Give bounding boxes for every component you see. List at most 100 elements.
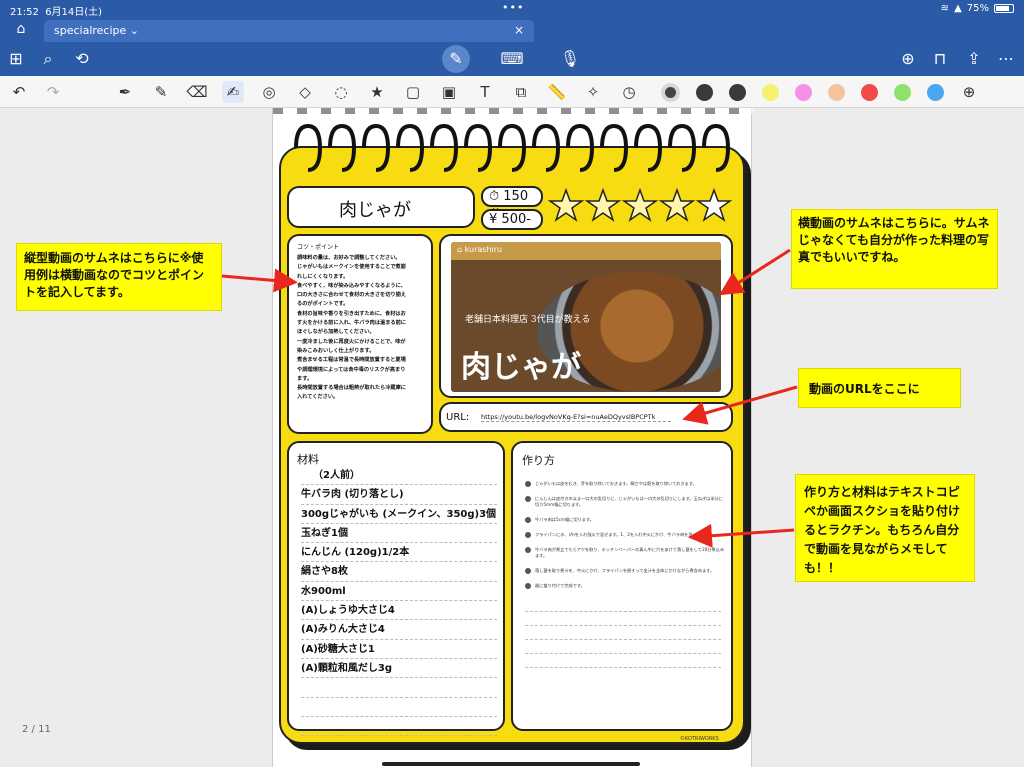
- timer-icon: ⏱: [489, 189, 500, 204]
- rating-stars[interactable]: [548, 188, 734, 226]
- tab-bar: ⌂ specialrecipe ⌄ ×: [0, 18, 1024, 42]
- star-icon: [695, 188, 733, 222]
- yen-symbol: ¥: [489, 212, 498, 227]
- color-swatch-1[interactable]: [665, 87, 676, 98]
- url-box[interactable]: URL: https://youtu.be/logvNoVKq-E?si=nuA…: [439, 402, 733, 432]
- app-toolbar: ⊞ ⌕ ⟲ ✎ ⌨ 🎙 ⊕ ⊓ ⇪ ⋯: [0, 42, 1024, 76]
- lasso-share-icon[interactable]: ⟲: [70, 47, 94, 71]
- battery-percent: 75%: [966, 3, 989, 14]
- video-thumbnail-image[interactable]: ⌂ kurashiru 老舗日本料理店 3代目が教える 肉じゃが: [451, 242, 721, 392]
- cooking-time-pill[interactable]: ⏱ 150分: [481, 186, 543, 223]
- sticky-note-icon[interactable]: ▢: [402, 81, 424, 103]
- video-subtitle: 老舗日本料理店 3代目が教える: [465, 315, 591, 325]
- color-swatch-7[interactable]: [861, 84, 878, 101]
- add-page-icon[interactable]: ⊕: [896, 47, 920, 71]
- eraser-icon[interactable]: ⌫: [186, 81, 208, 103]
- step-item: 落し蓋を取り煮汁を、中火にかけ、フライパンを揺すって出汁を全体にかけながら煮含め…: [525, 568, 725, 574]
- magnifier-icon[interactable]: ◎: [258, 81, 280, 103]
- step-item: 器に盛り付けて完成です。: [525, 583, 725, 589]
- color-swatch-4[interactable]: [762, 84, 779, 101]
- step-item: 牛バラ肉は5cm幅に切ります。: [525, 517, 725, 523]
- color-swatch-6[interactable]: [828, 84, 845, 101]
- recipe-title: 肉じゃが: [339, 200, 411, 221]
- status-bar: 21:52 6月14日(土) ••• ≋ ▲ 75%: [0, 0, 1024, 18]
- ingredient-item: 水900ml: [301, 582, 497, 602]
- image-icon[interactable]: ▣: [438, 81, 460, 103]
- keyboard-icon[interactable]: ⌨: [500, 47, 524, 71]
- annotation-horizontal-thumbnail: 横動画のサムネはこちらに。サムネじゃなくても自分が作った料理の写真でもいいですね…: [791, 209, 998, 289]
- lasso-icon[interactable]: ◌: [330, 81, 352, 103]
- fountain-pen-icon[interactable]: ✒: [114, 81, 136, 103]
- step-item: 牛バラ肉が煮立てたらアクを取り、キッチンペーパーの真ん中に穴をあけて落し蓋をして…: [525, 547, 725, 559]
- ingredient-item: 玉ねぎ1個: [301, 524, 497, 544]
- add-color-icon[interactable]: ⊕: [958, 81, 980, 103]
- bookmark-icon[interactable]: ⊓: [928, 47, 952, 71]
- ingredient-item: (A)顆粒和風だし3g: [301, 659, 497, 679]
- page-indicator: 2 / 11: [22, 724, 51, 735]
- color-swatch-8[interactable]: [894, 84, 911, 101]
- steps-list: じゃがいもは皮をむき、芽を取り除いておきます。絹さやは筋を取り除いておきます。 …: [525, 481, 725, 668]
- star-icon: [584, 188, 622, 222]
- color-swatch-3[interactable]: [729, 84, 746, 101]
- drawing-toolbar: ↶ ↷ ✒ ✎ ⌫ ✍ ◎ ◇ ◌ ★ ▢ ▣ T ⧉ 📏 ✧ ◷ ⊕: [0, 76, 1024, 108]
- video-brand: ⌂ kurashiru: [451, 242, 721, 260]
- microphone-icon[interactable]: 🎙: [558, 47, 582, 71]
- ingredient-item: (A)しょうゆ大さじ4: [301, 601, 497, 621]
- empty-line: [301, 678, 497, 698]
- empty-line: [525, 654, 721, 668]
- annotation-vertical-thumbnail: 縦型動画のサムネはこちらに※使用例は横動画なのでコツとポイントを記入してます。: [16, 243, 222, 311]
- camera-scan-icon[interactable]: ⧉: [510, 81, 532, 103]
- steps-box[interactable]: 作り方 じゃがいもは皮をむき、芽を取り除いておきます。絹さやは筋を取り除いておき…: [511, 441, 733, 731]
- ingredient-item: 300gじゃがいも (メークイン、350g)3個: [301, 505, 497, 524]
- color-swatch-2[interactable]: [696, 84, 713, 101]
- tab-specialrecipe[interactable]: specialrecipe ⌄ ×: [44, 20, 534, 42]
- pen-mode-icon[interactable]: ✎: [442, 45, 470, 73]
- share-icon[interactable]: ⇪: [962, 47, 986, 71]
- scrollbar-thumb[interactable]: [382, 762, 640, 766]
- pen-icon[interactable]: ✎: [150, 81, 172, 103]
- close-tab-icon[interactable]: ×: [514, 23, 524, 37]
- undo-icon[interactable]: ↶: [8, 81, 30, 103]
- empty-line: [301, 698, 497, 717]
- annotation-url: 動画のURLをここに: [798, 368, 961, 408]
- location-icon: ▲: [954, 3, 962, 14]
- tips-body: 調味料の量は、お好みで調整してください。 じゃがいもはメークインを使用することで…: [297, 255, 406, 401]
- home-icon[interactable]: ⌂: [10, 21, 32, 39]
- step-item: じゃがいもは皮をむき、芽を取り除いておきます。絹さやは筋を取り除いておきます。: [525, 481, 725, 487]
- multitasking-dots-icon[interactable]: •••: [502, 1, 524, 14]
- color-swatch-9[interactable]: [927, 84, 944, 101]
- video-thumbnail-box[interactable]: ⌂ kurashiru 老舗日本料理店 3代目が教える 肉じゃが: [439, 234, 733, 398]
- price-pill[interactable]: ¥ 500-: [481, 209, 543, 230]
- spiral-binding: [294, 123, 731, 172]
- step-item: フライパンに水、(A)を入れ強火で混ぜます。1、2を入れ中火にかけ、牛バラ肉を並…: [525, 532, 725, 538]
- elements-icon[interactable]: ★: [366, 81, 388, 103]
- tips-box[interactable]: コツ・ポイント 調味料の量は、お好みで調整してください。 じゃがいもはメークイン…: [287, 234, 433, 434]
- empty-line: [525, 612, 721, 626]
- status-right: ≋ ▲ 75%: [941, 3, 1014, 14]
- color-swatch-5[interactable]: [795, 84, 812, 101]
- shapes-icon[interactable]: ◇: [294, 81, 316, 103]
- highlighter-icon[interactable]: ✍: [222, 81, 244, 103]
- ingredient-item: 絹さや8枚: [301, 562, 497, 582]
- previous-page-edge: [273, 108, 753, 114]
- ruler-icon[interactable]: 📏: [546, 81, 568, 103]
- text-box-icon[interactable]: T: [474, 81, 496, 103]
- search-icon[interactable]: ⌕: [36, 47, 60, 71]
- tips-title: コツ・ポイント: [297, 244, 340, 251]
- clock-icon[interactable]: ◷: [618, 81, 640, 103]
- video-overlay-title: 肉じゃが: [461, 350, 581, 385]
- thumbnails-grid-icon[interactable]: ⊞: [4, 47, 28, 71]
- price-value: 500-: [501, 212, 531, 227]
- ingredients-list: （2人前） 牛バラ肉 (切り落とし) 300gじゃがいも (メークイン、350g…: [301, 466, 497, 737]
- battery-icon: [994, 4, 1014, 13]
- laser-pointer-icon[interactable]: ✧: [582, 81, 604, 103]
- chevron-down-icon[interactable]: ⌄: [130, 24, 139, 37]
- video-url-link[interactable]: https://youtu.be/logvNoVKq-E?si=nuAeDQyv…: [481, 413, 671, 422]
- redo-icon[interactable]: ↷: [42, 81, 64, 103]
- ingredient-item: (A)みりん大さじ4: [301, 620, 497, 640]
- step-item: にんじんは皮付きのまま一口大の乱切りに、じゃがいもは一口大の乱切りにします。玉ね…: [525, 496, 725, 508]
- more-icon[interactable]: ⋯: [994, 47, 1018, 71]
- recipe-title-box[interactable]: 肉じゃが: [287, 186, 475, 228]
- ingredient-item: にんじん (120g)1/2本: [301, 543, 497, 563]
- ingredients-box[interactable]: 材料 （2人前） 牛バラ肉 (切り落とし) 300gじゃがいも (メークイン、3…: [287, 441, 505, 737]
